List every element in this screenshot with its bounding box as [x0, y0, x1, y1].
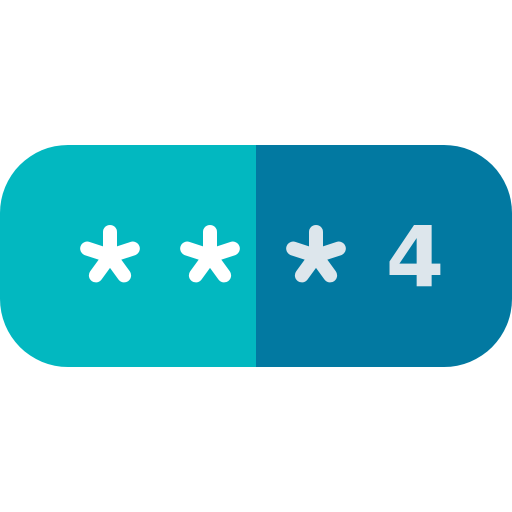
asterisk-icon — [170, 216, 250, 296]
pin-code-icon: 4 — [0, 0, 512, 512]
asterisk-arm — [180, 241, 217, 263]
pin-visible-digit: 4 — [385, 208, 445, 306]
asterisk-arm — [286, 241, 323, 263]
asterisk-arm — [80, 241, 117, 263]
asterisk-icon — [276, 216, 356, 296]
asterisk-icon — [70, 216, 150, 296]
